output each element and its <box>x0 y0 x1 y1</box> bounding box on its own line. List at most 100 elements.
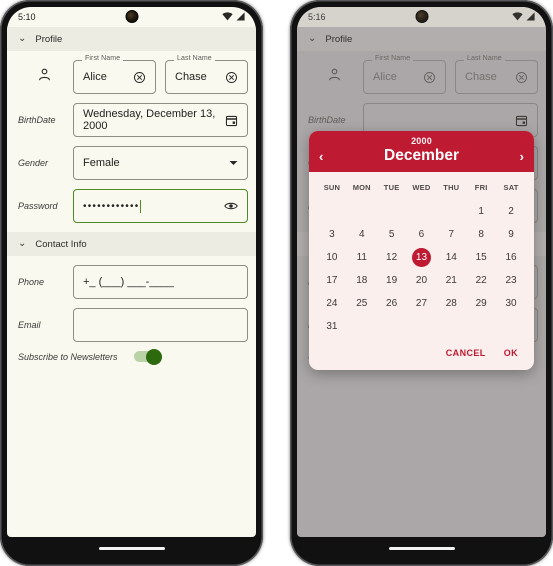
calendar-day-cell[interactable]: 12 <box>377 246 407 269</box>
weekday-label: THU <box>443 183 460 192</box>
chevron-down-icon[interactable] <box>229 160 238 166</box>
calendar-day[interactable]: 12 <box>382 248 401 267</box>
calendar-day-cell[interactable]: 29 <box>466 292 496 315</box>
phone-row: Phone +_ (___) ___-____ <box>15 265 248 299</box>
email-field[interactable] <box>73 308 248 342</box>
gesture-pill-right[interactable] <box>388 547 455 550</box>
subscribe-toggle[interactable] <box>134 348 162 365</box>
calendar-day-cell[interactable]: 17 <box>317 269 347 292</box>
calendar-day-cell[interactable]: 16 <box>496 246 526 269</box>
clear-circle-icon[interactable] <box>225 71 238 84</box>
calendar-day-cell[interactable]: 2 <box>496 200 526 223</box>
ok-button[interactable]: OK <box>504 348 518 358</box>
calendar-day[interactable]: 2 <box>502 202 521 221</box>
calendar-icon[interactable] <box>225 114 238 127</box>
phone-label: Phone <box>18 277 45 287</box>
calendar-day[interactable]: 8 <box>472 225 491 244</box>
birthdate-field[interactable]: Wednesday, December 13, 2000 <box>73 103 248 137</box>
calendar-day[interactable]: 17 <box>322 271 341 290</box>
calendar-day[interactable]: 4 <box>352 225 371 244</box>
calendar-day-cell[interactable]: 13 <box>407 246 437 269</box>
calendar-day[interactable]: 26 <box>382 294 401 313</box>
calendar-day[interactable]: 9 <box>502 225 521 244</box>
calendar-day-cell[interactable]: 24 <box>317 292 347 315</box>
calendar-day[interactable]: 20 <box>412 271 431 290</box>
first-name-value: Alice <box>83 71 107 83</box>
calendar-day[interactable]: 19 <box>382 271 401 290</box>
calendar-day-cell <box>466 315 496 338</box>
status-time: 5:10 <box>18 12 36 22</box>
calendar-day-cell[interactable]: 15 <box>466 246 496 269</box>
clear-circle-icon[interactable] <box>133 71 146 84</box>
calendar-day-cell[interactable]: 28 <box>436 292 466 315</box>
calendar-day[interactable]: 30 <box>502 294 521 313</box>
calendar-table: SUN MON TUE WED THU FRI SAT 1 2 3 4 5 6 7 8 9 10 11 12 13 1… <box>317 179 526 338</box>
calendar-day-selected[interactable]: 13 <box>411 248 431 267</box>
calendar-day-cell[interactable]: 6 <box>407 223 437 246</box>
cancel-button[interactable]: CANCEL <box>446 348 486 358</box>
calendar-day[interactable]: 5 <box>382 225 401 244</box>
calendar-day-cell[interactable]: 25 <box>347 292 377 315</box>
calendar-day-cell[interactable]: 21 <box>436 269 466 292</box>
calendar-day-cell[interactable]: 23 <box>496 269 526 292</box>
signal-icon <box>236 11 245 23</box>
last-name-field[interactable]: Last Name Chase <box>165 55 248 94</box>
calendar-day[interactable]: 21 <box>442 271 461 290</box>
calendar-day-cell[interactable]: 22 <box>466 269 496 292</box>
calendar-day[interactable]: 7 <box>442 225 461 244</box>
calendar-day-cell[interactable]: 11 <box>347 246 377 269</box>
calendar-day[interactable]: 14 <box>442 248 461 267</box>
calendar-day-cell[interactable]: 19 <box>377 269 407 292</box>
calendar-day-cell[interactable]: 10 <box>317 246 347 269</box>
calendar-day[interactable]: 18 <box>352 271 371 290</box>
calendar-day-cell[interactable]: 7 <box>436 223 466 246</box>
calendar-day-cell[interactable]: 8 <box>466 223 496 246</box>
calendar-day-cell[interactable]: 1 <box>466 200 496 223</box>
calendar-day-cell[interactable]: 18 <box>347 269 377 292</box>
section-header-contact[interactable]: ⌄ Contact Info <box>7 232 256 256</box>
calendar-day[interactable]: 11 <box>352 248 371 267</box>
calendar-day-cell[interactable]: 30 <box>496 292 526 315</box>
calendar-day-cell[interactable]: 3 <box>317 223 347 246</box>
calendar-day-cell[interactable]: 31 <box>317 315 347 338</box>
calendar-day-cell[interactable]: 5 <box>377 223 407 246</box>
calendar-day[interactable]: 31 <box>322 317 341 336</box>
calendar-day[interactable]: 24 <box>322 294 341 313</box>
calendar-day-cell <box>377 315 407 338</box>
calendar-day[interactable]: 28 <box>442 294 461 313</box>
calendar-week-row: 12 <box>317 200 526 223</box>
calendar-day-cell[interactable]: 27 <box>407 292 437 315</box>
calendar-day[interactable]: 1 <box>472 202 491 221</box>
chevron-right-icon[interactable]: › <box>520 150 524 163</box>
calendar-day[interactable]: 23 <box>502 271 521 290</box>
dialog-actions: CANCEL OK <box>309 338 534 370</box>
weekday-header-row: SUN MON TUE WED THU FRI SAT <box>317 179 526 200</box>
calendar-day-cell[interactable]: 9 <box>496 223 526 246</box>
phone-field[interactable]: +_ (___) ___-____ <box>73 265 248 299</box>
date-picker-month: December <box>384 147 459 164</box>
calendar-day[interactable]: 16 <box>502 248 521 267</box>
calendar-day-cell[interactable]: 14 <box>436 246 466 269</box>
calendar-day-cell[interactable]: 26 <box>377 292 407 315</box>
calendar-day[interactable]: 29 <box>472 294 491 313</box>
first-name-field[interactable]: First Name Alice <box>73 55 156 94</box>
gesture-pill-left[interactable] <box>98 547 165 550</box>
calendar-day-cell[interactable]: 20 <box>407 269 437 292</box>
calendar-day[interactable]: 15 <box>472 248 491 267</box>
weekday-label: TUE <box>383 183 400 192</box>
name-row: First Name Alice Last Name Chase <box>15 55 248 94</box>
calendar-day[interactable]: 25 <box>352 294 371 313</box>
calendar-day[interactable]: 27 <box>412 294 431 313</box>
calendar-week-row: 24 25 26 27 28 29 30 <box>317 292 526 315</box>
weekday-label: FRI <box>474 183 488 192</box>
password-field[interactable]: •••••••••••• <box>73 189 248 223</box>
calendar-day[interactable]: 6 <box>412 225 431 244</box>
chevron-left-icon[interactable]: ‹ <box>319 150 323 163</box>
section-header-profile[interactable]: ⌄ Profile <box>7 27 256 51</box>
calendar-day[interactable]: 3 <box>322 225 341 244</box>
eye-icon[interactable] <box>224 201 238 211</box>
gender-select[interactable]: Female <box>73 146 248 180</box>
calendar-day[interactable]: 22 <box>472 271 491 290</box>
calendar-day-cell[interactable]: 4 <box>347 223 377 246</box>
calendar-day[interactable]: 10 <box>322 248 341 267</box>
